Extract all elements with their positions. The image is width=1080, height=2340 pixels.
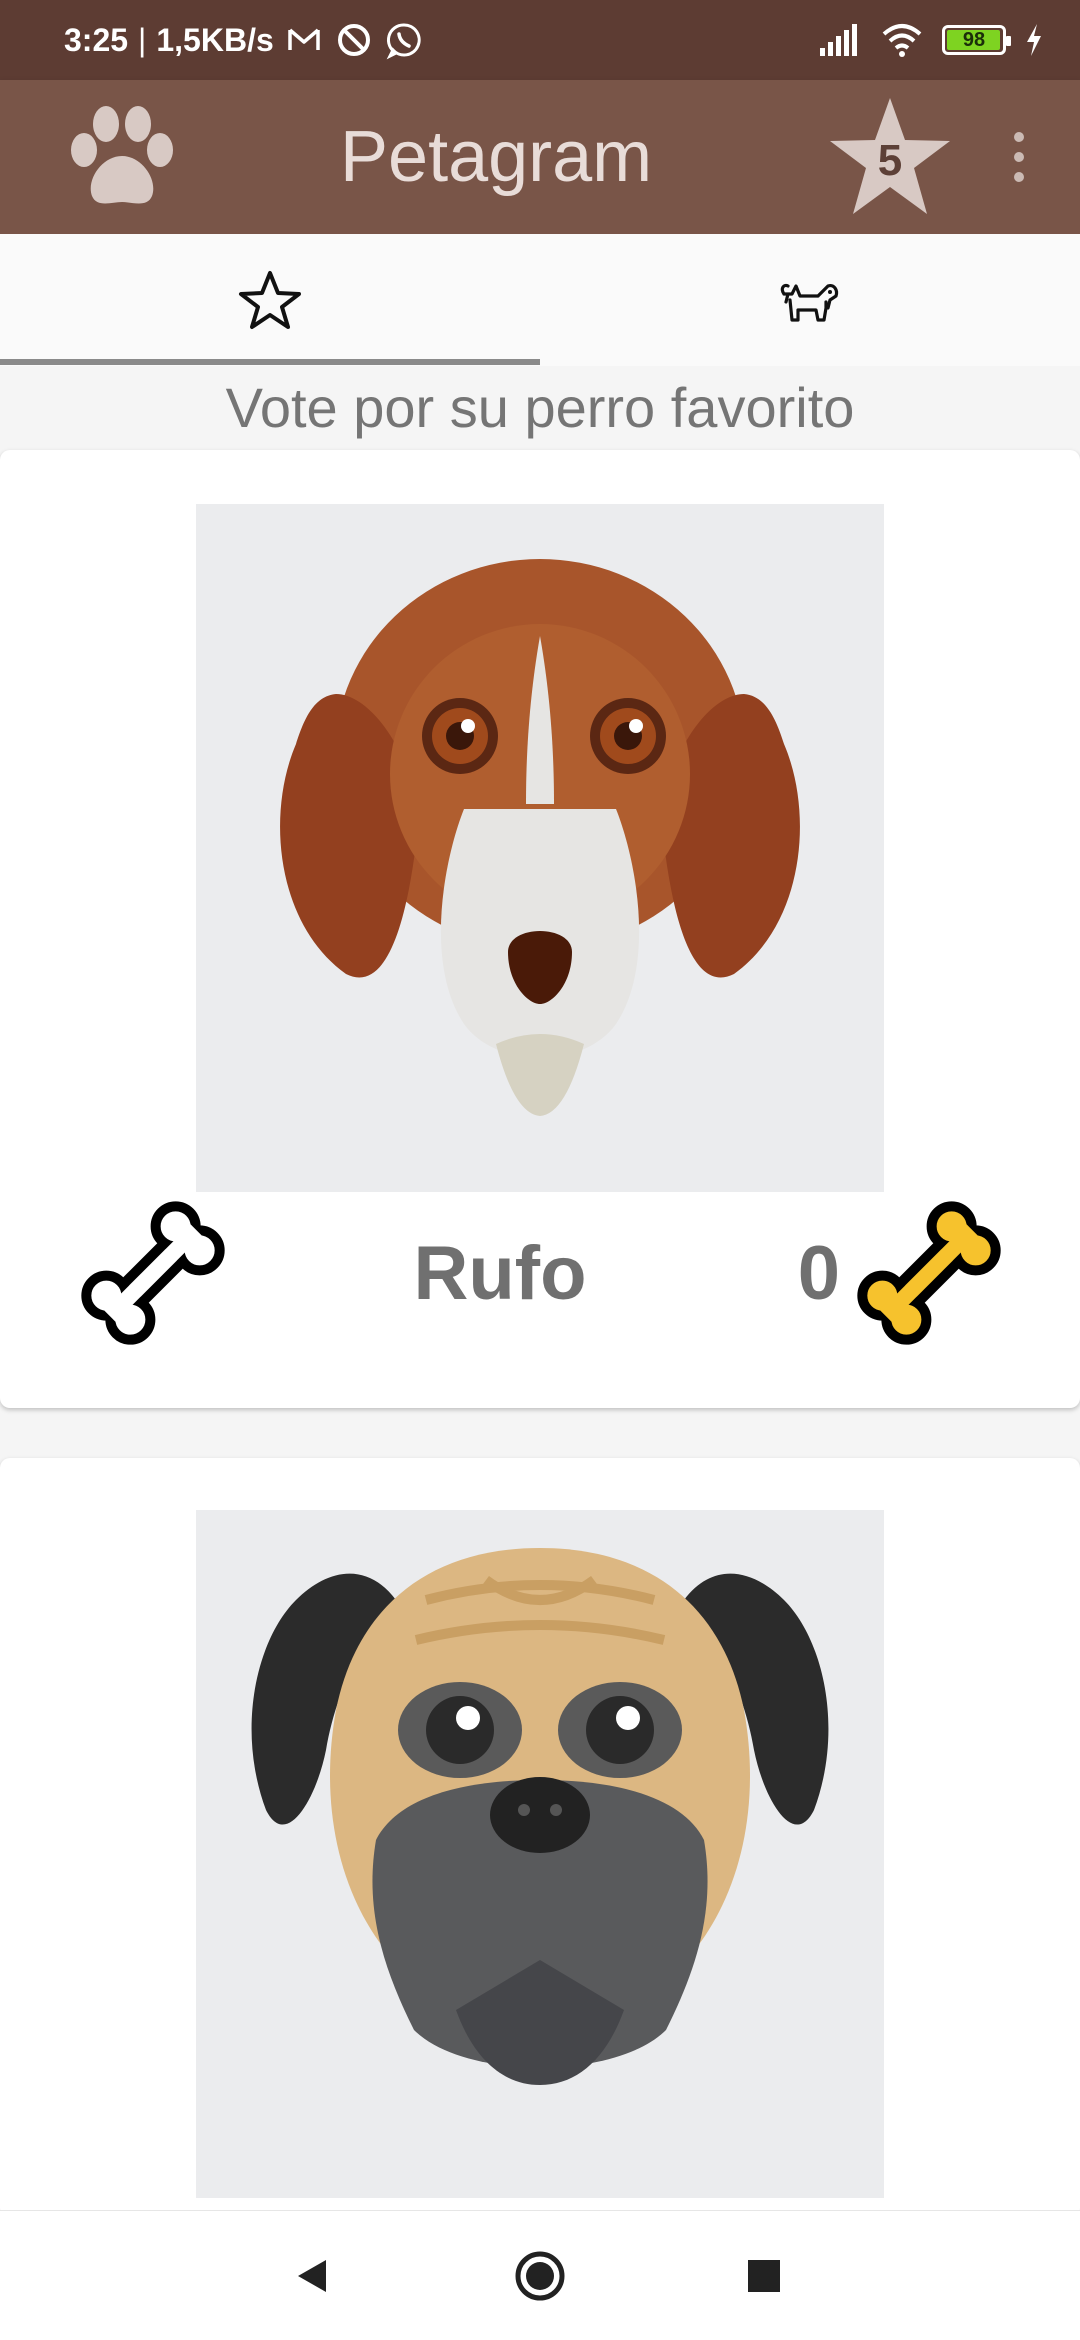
recents-button[interactable] — [734, 2246, 794, 2306]
beagle-face — [280, 559, 800, 1116]
home-icon — [515, 2251, 565, 2301]
screen-subtitle: Vote por su perro favorito — [225, 376, 855, 439]
sync-icon — [337, 24, 370, 56]
gmail-icon — [288, 28, 320, 50]
dot — [1014, 152, 1024, 162]
favorites-button[interactable]: 5 — [826, 96, 954, 218]
more-vert-icon[interactable] — [1006, 132, 1032, 182]
status-separator: | — [138, 21, 147, 58]
pet-name: Rufo — [413, 1231, 587, 1316]
pet-rating: 0 — [797, 1231, 840, 1316]
signal-icon — [820, 24, 857, 56]
home-button[interactable] — [510, 2246, 570, 2306]
whatsapp-icon — [386, 23, 421, 60]
status-left: 3:25 | 1,5KB/s — [64, 0, 424, 80]
back-button[interactable] — [282, 2246, 342, 2306]
battery-level: 98 — [962, 28, 986, 51]
paw-icon — [71, 106, 173, 204]
recents-icon — [748, 2260, 780, 2292]
dog-icon — [780, 283, 839, 322]
status-bar: 3:25 | 1,5KB/s 98 — [0, 0, 1080, 80]
system-nav-bar — [0, 2210, 1080, 2340]
tab-bar — [0, 234, 1080, 366]
battery-nub — [1006, 36, 1011, 46]
dog-photo — [196, 504, 884, 1192]
favorites-count: 5 — [877, 136, 903, 185]
tab-indicator — [0, 359, 540, 365]
back-icon — [298, 2260, 326, 2292]
charging-icon — [1027, 24, 1041, 56]
star-outline-icon — [239, 271, 301, 329]
dot — [1014, 132, 1024, 142]
dot — [1014, 172, 1024, 182]
dog-photo — [196, 1510, 884, 2198]
pet-card — [0, 1458, 1080, 2218]
app-title: Petagram — [340, 117, 653, 197]
bone-rating-icon — [857, 1201, 1001, 1345]
status-right: 98 — [818, 0, 1044, 80]
pug-face — [251, 1548, 829, 2085]
status-time: 3:25 — [64, 21, 129, 58]
tab-favorites[interactable] — [0, 234, 540, 366]
pet-card: Rufo 0 — [0, 450, 1080, 1408]
app-bar: Petagram 5 — [0, 80, 1080, 234]
battery-icon: 98 — [942, 25, 1011, 55]
wifi-icon — [882, 24, 922, 57]
bone-like-icon[interactable] — [78, 1198, 228, 1348]
status-speed: 1,5KB/s — [156, 21, 274, 58]
tab-pets[interactable] — [540, 234, 1080, 366]
